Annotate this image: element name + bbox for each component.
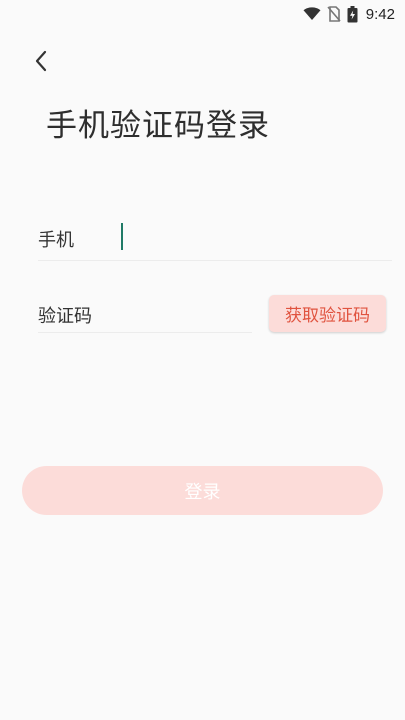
status-time: 9:42	[365, 5, 395, 23]
login-button[interactable]: 登录	[22, 466, 383, 515]
verification-code-input[interactable]	[118, 296, 252, 330]
no-sim-icon	[327, 6, 341, 22]
page-title: 手机验证码登录	[46, 108, 270, 144]
phone-input[interactable]	[120, 220, 384, 254]
code-label: 验证码	[38, 306, 92, 327]
battery-charging-icon	[347, 5, 358, 23]
status-icons: 9:42	[303, 4, 395, 24]
wifi-icon	[303, 7, 321, 21]
back-button[interactable]	[26, 48, 56, 78]
status-bar: 9:42	[0, 0, 405, 28]
chevron-left-icon	[34, 50, 48, 76]
code-field-row: 验证码	[38, 290, 252, 333]
phone-label: 手机	[38, 230, 74, 251]
text-cursor	[121, 223, 123, 250]
phone-field-row: 手机	[38, 214, 392, 261]
get-code-button[interactable]: 获取验证码	[269, 295, 386, 332]
